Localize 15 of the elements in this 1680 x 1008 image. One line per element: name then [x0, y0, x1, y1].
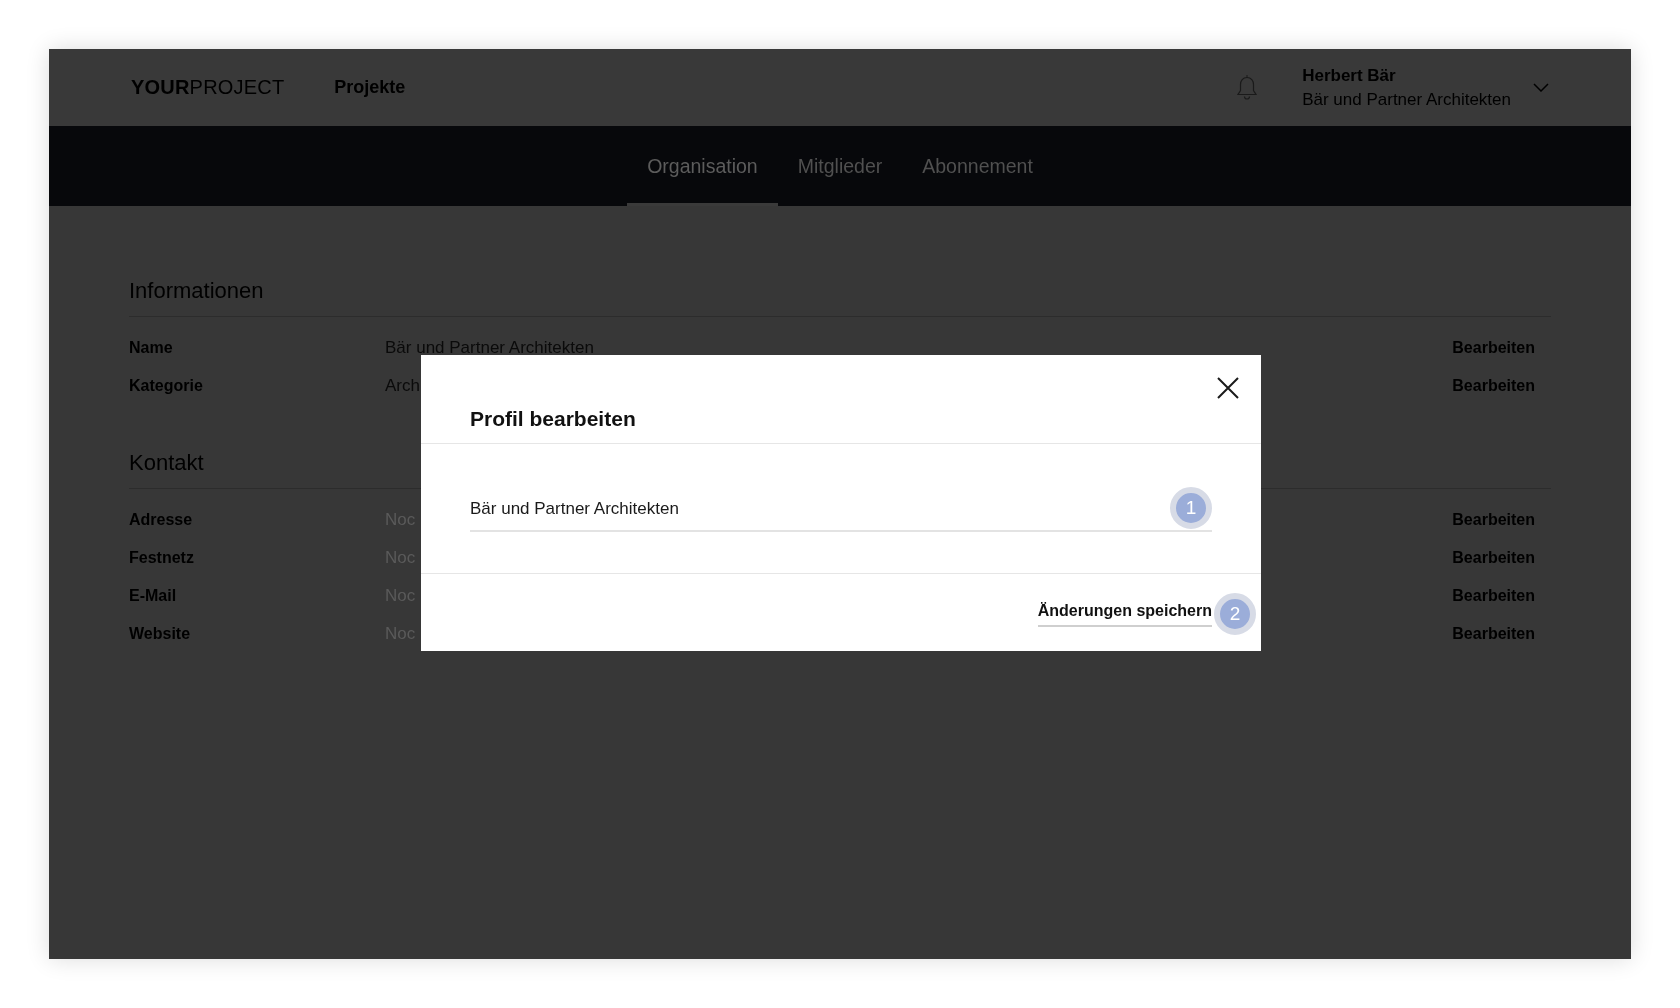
name-field[interactable]: Bär und Partner Architekten 1: [470, 488, 1212, 532]
chevron-down-icon[interactable]: [1533, 83, 1549, 92]
dialog-title: Profil bearbeiten: [470, 406, 636, 432]
tab[interactable]: Abonnement: [902, 126, 1053, 206]
user-organization: Bär und Partner Architekten: [1302, 88, 1511, 111]
close-icon[interactable]: [1217, 377, 1239, 399]
annotation-marker: 1: [1170, 487, 1212, 529]
tab[interactable]: Mitglieder: [777, 126, 903, 206]
annotation-marker: 2: [1214, 593, 1256, 635]
tab[interactable]: Organisation: [627, 126, 778, 206]
projects-link[interactable]: Projekte: [334, 77, 406, 98]
save-button[interactable]: Änderungen speichern: [1037, 601, 1212, 627]
user-name: Herbert Bär: [1302, 64, 1397, 87]
logo[interactable]: YOURPROJECT: [131, 76, 285, 99]
bell-icon[interactable]: [1236, 74, 1259, 101]
